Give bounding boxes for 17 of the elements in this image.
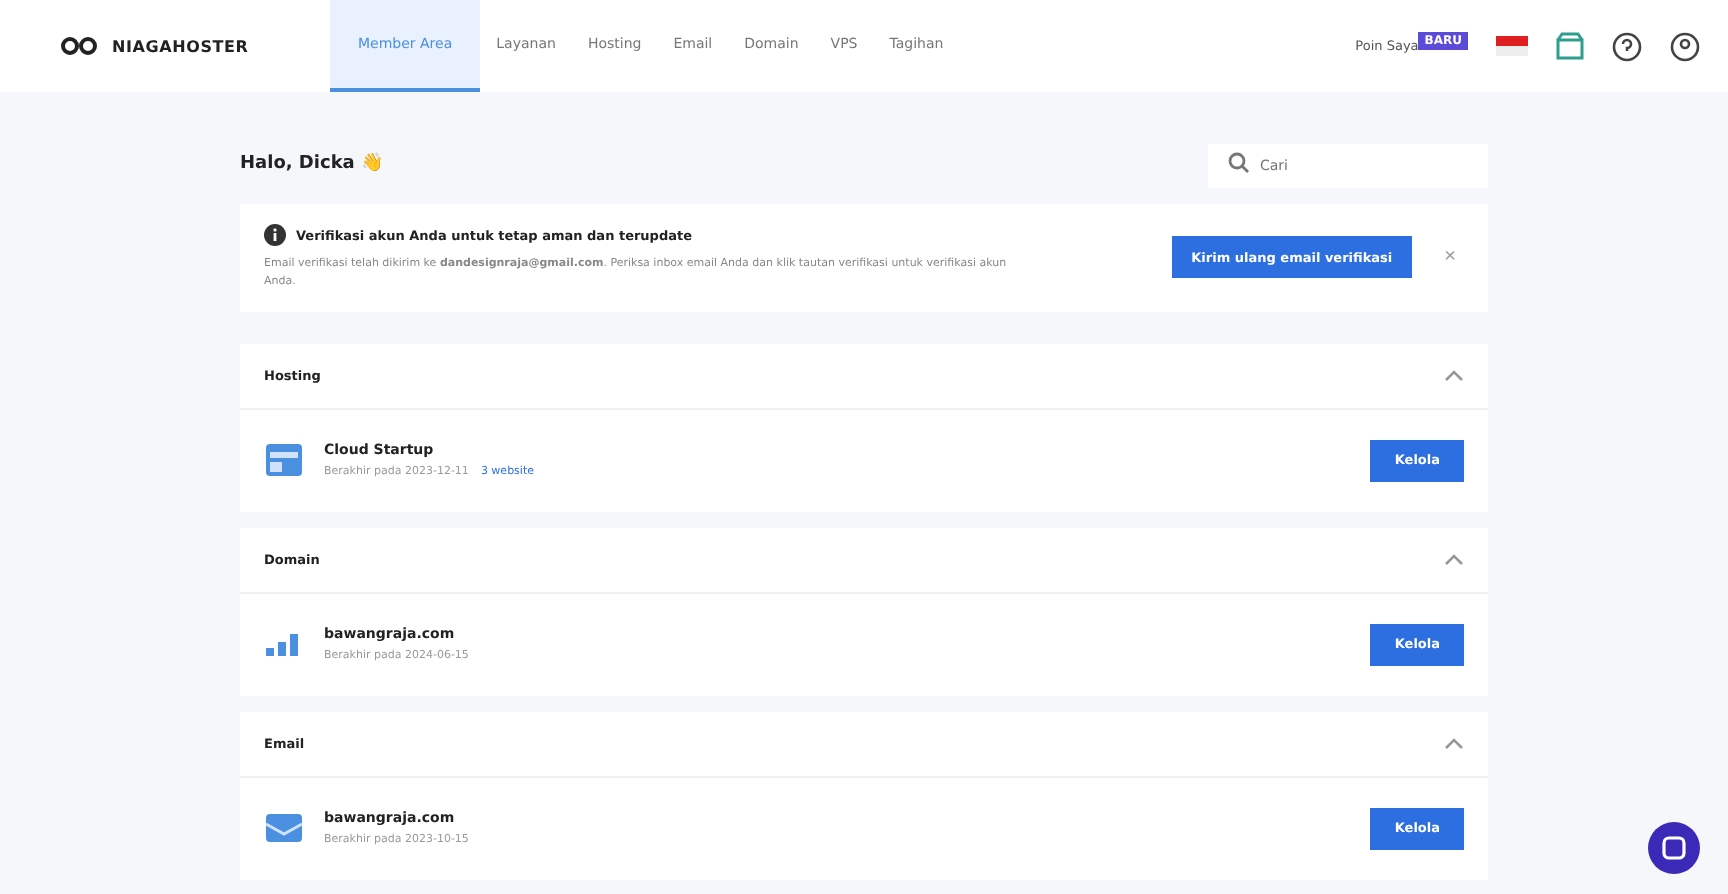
help-icon[interactable] [1612, 31, 1642, 61]
chat-icon [1662, 836, 1686, 860]
chat-button[interactable] [1648, 822, 1700, 874]
greeting: Halo, Dicka 👋 [240, 151, 384, 173]
signal-icon [264, 630, 304, 659]
info-icon [264, 224, 286, 246]
search-icon [1228, 151, 1250, 173]
chevron-icon[interactable] [1444, 737, 1464, 750]
mail-icon [264, 812, 304, 845]
server-icon [264, 440, 304, 481]
brand-name: NIAGAHOSTER [112, 37, 249, 55]
store-icon[interactable] [1556, 32, 1584, 60]
user-icon[interactable] [1670, 31, 1700, 61]
close-button[interactable]: × [1436, 246, 1464, 269]
flag-icon[interactable] [1496, 36, 1528, 56]
chevron-icon[interactable] [1444, 369, 1464, 382]
chevron-icon[interactable] [1444, 553, 1464, 566]
